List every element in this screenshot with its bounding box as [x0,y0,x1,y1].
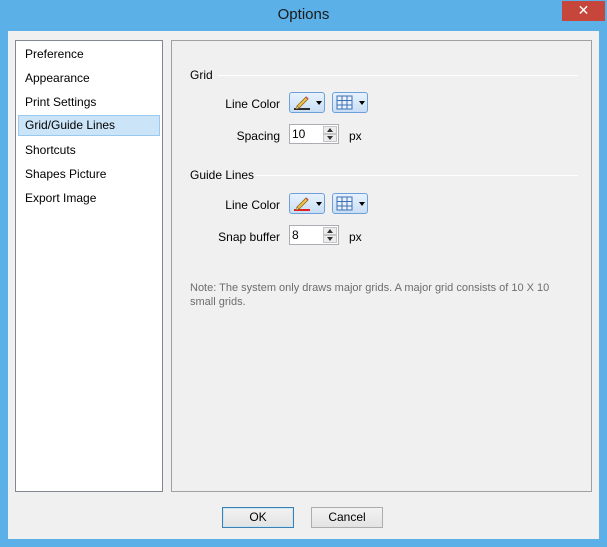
chevron-down-icon [316,101,322,105]
snap-buffer-stepper[interactable] [289,225,339,245]
settings-panel: Grid Line Color Spacing 10 px Guide Line… [171,40,592,492]
chevron-down-icon [316,202,322,206]
grid-line-color-button[interactable] [289,92,325,113]
spacing-input[interactable] [292,126,322,142]
spacing-arrows [323,126,337,142]
spacing-label: Spacing [236,129,280,143]
cancel-button[interactable]: Cancel [311,507,383,528]
snap-buffer-label: Snap buffer [218,230,280,244]
nav-item-appearance[interactable]: Appearance [18,68,160,89]
grid-note: Note: The system only draws major grids.… [190,282,550,308]
nav-item-shapes-picture[interactable]: Shapes Picture [18,164,160,185]
nav-item-export-image[interactable]: Export Image [18,188,160,209]
grid-icon [336,196,353,211]
nav-item-grid-guide-lines[interactable]: Grid/Guide Lines [18,115,160,136]
grid-line-color-label: Line Color [225,97,280,111]
pencil-icon [294,197,310,211]
snap-buffer-arrows [323,227,337,243]
guide-lines-section-divider [254,175,578,176]
snap-buffer-input[interactable] [292,227,322,243]
nav-item-shortcuts[interactable]: Shortcuts [18,140,160,161]
grid-style-button[interactable] [332,92,368,113]
snap-buffer-down-arrow-icon[interactable] [323,235,337,243]
grid-section-title: Grid [190,68,213,82]
pencil-icon [294,96,310,110]
chevron-down-icon [359,101,365,105]
ok-button[interactable]: OK [222,507,294,528]
title-bar[interactable]: Options ✕ [0,0,607,31]
spacing-stepper[interactable] [289,124,339,144]
close-icon: ✕ [577,2,590,18]
grid-icon [336,95,353,110]
nav-item-print-settings[interactable]: Print Settings [18,92,160,113]
close-button[interactable]: ✕ [562,1,605,21]
spacing-down-arrow-icon[interactable] [323,134,337,142]
snap-buffer-up-arrow-icon[interactable] [323,227,337,235]
category-list: Preference Appearance Print Settings Gri… [15,40,163,492]
guide-lines-section-title: Guide Lines [190,168,255,182]
spacing-up-arrow-icon[interactable] [323,126,337,134]
grid-section-divider [218,75,578,76]
guide-line-color-button[interactable] [289,193,325,214]
window-title: Options [277,6,330,23]
options-window: Options ✕ Preference Appearance Print Se… [0,0,607,547]
guide-style-button[interactable] [332,193,368,214]
dialog-body: Preference Appearance Print Settings Gri… [8,31,599,539]
snap-buffer-unit: px [349,230,362,244]
spacing-unit: px [349,129,362,143]
nav-item-preference[interactable]: Preference [18,44,160,65]
guide-line-color-label: Line Color [225,198,280,212]
chevron-down-icon [359,202,365,206]
